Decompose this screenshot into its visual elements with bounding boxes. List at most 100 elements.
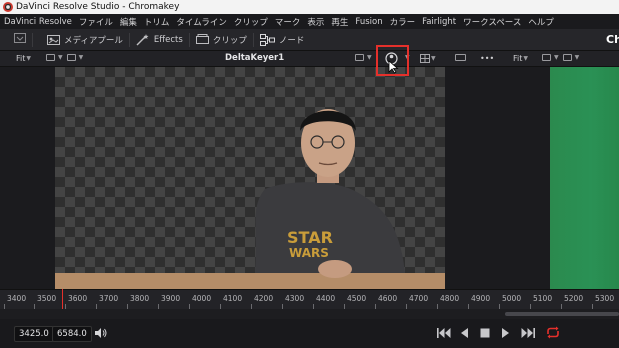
viewer-title: DeltaKeyer1 [225,53,285,63]
ruler-label: 3500 [37,294,57,303]
menu-help[interactable]: ヘルプ [528,16,554,28]
roi-icon [355,54,364,61]
ruler-label: 3700 [99,294,119,303]
menu-workspace[interactable]: ワークスペース [463,16,521,28]
chevron-down-icon: ▼ [367,54,372,61]
keyed-subject-image: STAR WARS [55,109,445,289]
color-page-tab[interactable]: Ch [606,33,619,46]
fit-dropdown-left[interactable]: Fit ▼ [16,54,35,63]
viewer-mode-icon [66,54,76,61]
media-pool-button[interactable]: メディアプール [47,34,123,46]
timeline-ruler[interactable]: 3400 3500 3600 3700 3800 3900 4000 4100 … [0,289,619,309]
svg-text:WARS: WARS [289,246,329,260]
ruler-label: 4800 [440,294,460,303]
grid-icon [420,54,430,63]
effects-wand-icon [136,33,149,45]
fit-dropdown-right[interactable]: Fit ▼ [513,54,532,63]
loop-icon[interactable] [545,326,561,342]
stop-icon[interactable] [480,328,490,341]
go-to-start-icon[interactable] [437,328,451,341]
play-reverse-icon[interactable] [460,328,469,341]
effects-button[interactable]: Effects [136,33,183,46]
menu-trim[interactable]: トリム [144,16,170,28]
fit-left-label: Fit [16,54,26,63]
ruler-label: 4400 [316,294,336,303]
chevron-down-icon: ▼ [574,54,580,61]
window-titlebar: DaVinci Resolve Studio - Chromakey [0,0,619,14]
menu-color[interactable]: カラー [390,16,416,28]
svg-text:STAR: STAR [287,228,333,247]
viewer-options-button[interactable]: ••• [480,54,494,63]
menu-playback[interactable]: 再生 [331,16,348,28]
chevron-down-icon: ▼ [431,55,436,62]
ruler-label: 5300 [595,294,615,303]
transport-bar: 3425.0 6584.0 [0,319,619,348]
menu-view[interactable]: 表示 [307,16,324,28]
ruler-label: 4600 [378,294,398,303]
chevron-down-icon: ▼ [78,54,84,61]
menu-bar: DaVinci Resolve ファイル 編集 トリム タイムライン クリップ … [0,14,619,29]
render-range-end[interactable]: 6584.0 [52,326,92,342]
more-options-icon: ••• [480,54,495,63]
panel-toggle-icon[interactable] [14,33,26,46]
keyed-viewer[interactable]: STAR WARS [55,67,445,289]
ruler-label: 3400 [7,294,27,303]
menu-clip[interactable]: クリップ [234,16,268,28]
ruler-label: 3800 [130,294,150,303]
menu-davinci[interactable]: DaVinci Resolve [4,17,72,27]
ruler-label: 5000 [502,294,522,303]
ruler-label: 3600 [68,294,88,303]
clips-icon [195,34,209,44]
left-viewer-margin [0,67,55,289]
viewer-layout-controls-right[interactable]: ▼ ▼ [542,54,583,61]
nodes-icon [259,33,275,46]
ruler-label: 4300 [285,294,305,303]
effects-label: Effects [153,34,183,45]
ruler-label: 4500 [347,294,367,303]
page-toolbar: メディアプール Effects クリップ ノード Ch [0,29,619,51]
menu-file[interactable]: ファイル [79,16,113,28]
go-to-end-icon[interactable] [521,328,535,341]
chevron-down-icon: ▼ [554,54,559,61]
safe-frame-icon [455,54,466,61]
viewer-layout-controls-left[interactable]: ▼ ▼ [46,54,87,61]
roi-button[interactable]: ▼ [355,54,376,61]
source-viewer-greenscreen[interactable] [550,67,619,289]
ruler-label: 4100 [223,294,243,303]
safe-frame-button[interactable] [455,54,468,61]
ruler-label: 3900 [161,294,181,303]
ruler-label: 4900 [471,294,491,303]
media-pool-icon [47,35,60,45]
chevron-down-icon: ▼ [58,54,63,61]
highlight-box [376,45,409,76]
media-pool-label: メディアプール [64,35,123,46]
ruler-label: 5100 [533,294,553,303]
viewer-header: Fit ▼ ▼ ▼ DeltaKeyer1 ▼ ▼ ▼ ••• Fit ▼ ▼ ▼ [0,51,619,67]
chevron-down-icon: ▼ [26,55,32,62]
single-viewer-icon [46,54,55,61]
ruler-label: 4200 [254,294,274,303]
clips-label: クリップ [212,35,247,46]
grid-button[interactable]: ▼ [420,54,440,63]
ruler-label: 5200 [564,294,584,303]
menu-edit[interactable]: 編集 [120,16,137,28]
playhead[interactable] [62,289,63,309]
menu-fairlight[interactable]: Fairlight [422,17,456,27]
viewer-mode-icon [562,54,572,61]
davinci-logo-icon [3,2,13,12]
play-icon[interactable] [501,328,510,341]
timeline-scrollbar[interactable] [505,312,619,316]
single-viewer-icon [542,54,551,61]
ruler-label: 4700 [409,294,429,303]
ruler-label: 4000 [192,294,212,303]
chevron-down-icon: ▼ [523,55,529,62]
audio-speaker-icon[interactable] [94,327,107,342]
nodes-button[interactable]: ノード [259,33,305,46]
menu-timeline[interactable]: タイムライン [176,16,226,28]
menu-mark[interactable]: マーク [275,16,301,28]
viewer-gap [445,67,550,289]
menu-fusion[interactable]: Fusion [355,17,382,27]
clips-button[interactable]: クリップ [195,34,247,46]
nodes-label: ノード [278,35,305,46]
render-range-start[interactable]: 3425.0 [14,326,54,342]
